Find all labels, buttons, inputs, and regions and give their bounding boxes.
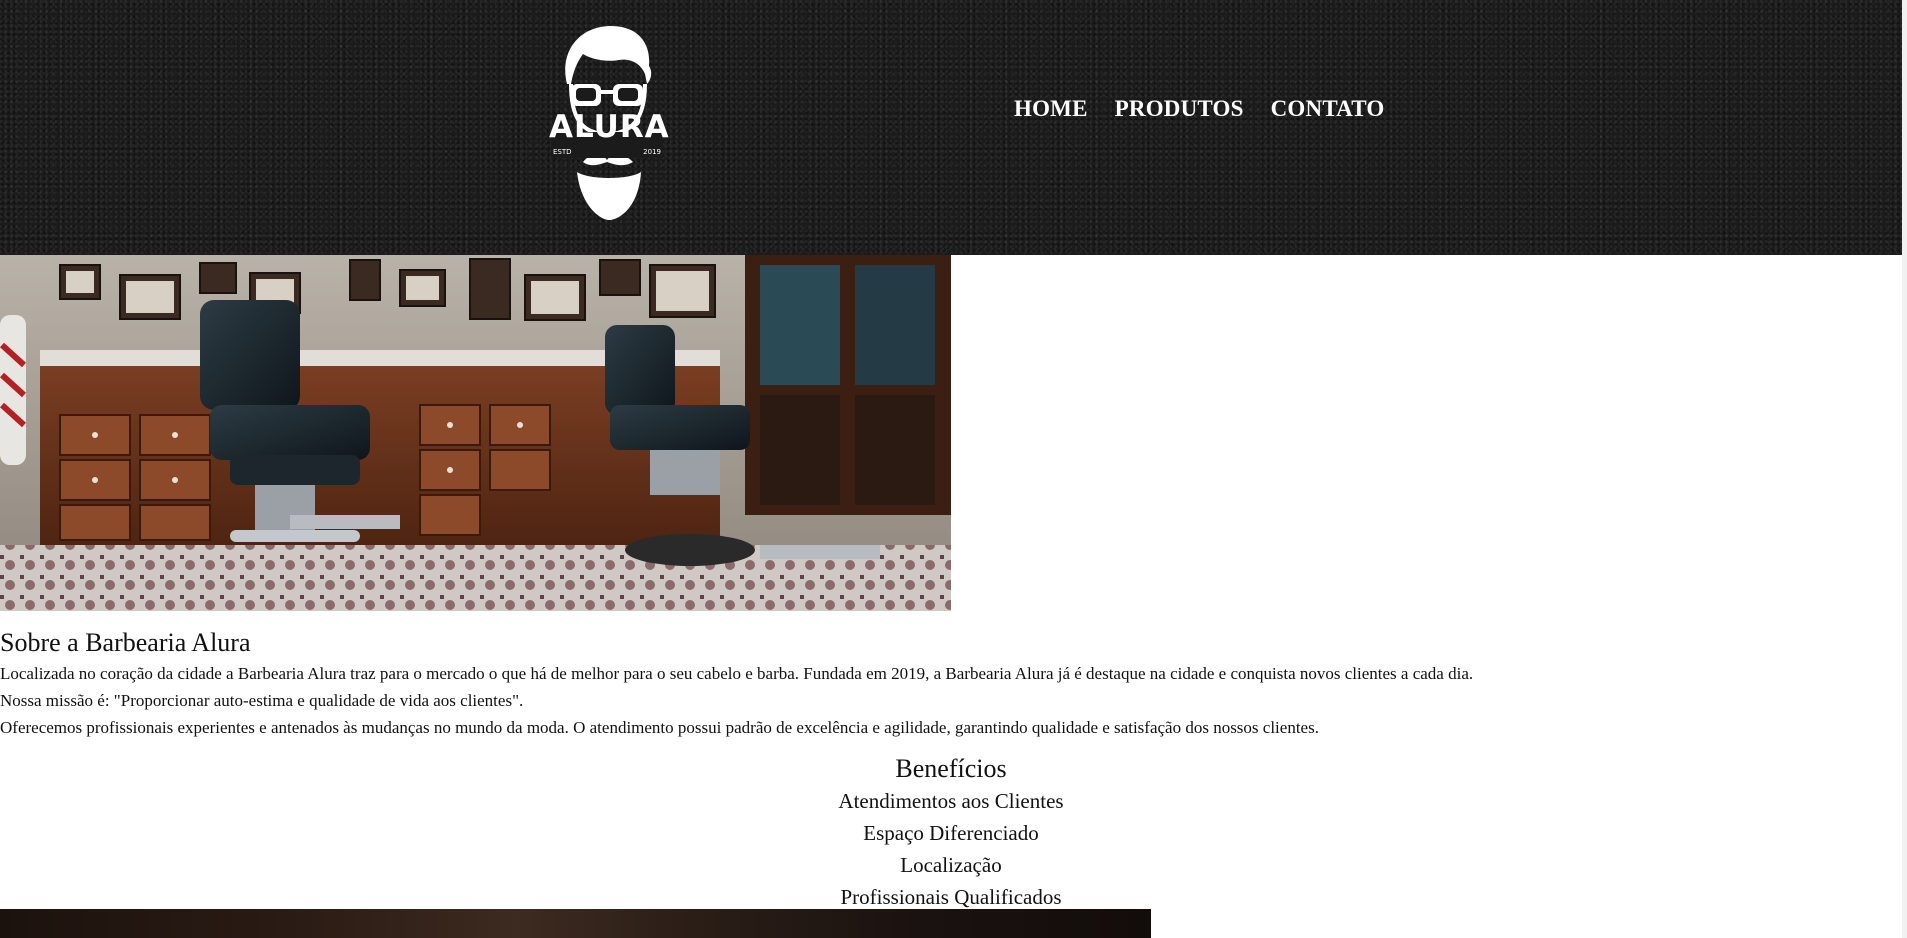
logo-brand-text: ALURA: [549, 109, 670, 145]
about-paragraph-3: Oferecemos profissionais experientes e a…: [0, 718, 1319, 737]
nav-link-produtos[interactable]: PRODUTOS: [1115, 96, 1244, 122]
barbershop-hero-image: [0, 255, 951, 611]
benefits-title: Benefícios: [895, 754, 1007, 783]
logo-estd-text: ESTD: [553, 148, 572, 156]
main-nav: HOME PRODUTOS CONTATO: [1014, 96, 1385, 122]
benefit-item: Atendimentos aos Clientes: [838, 789, 1064, 813]
benefit-item: Localização: [900, 853, 1002, 877]
benefits-section: Benefícios Atendimentos aos Clientes Esp…: [0, 753, 1902, 913]
about-paragraph-2: Nossa missão é: "Proporcionar auto-estim…: [0, 691, 524, 710]
logo-year-text: 2019: [643, 148, 661, 156]
barbershop-interior-illustration: [0, 255, 951, 611]
about-paragraph-1: Localizada no coração da cidade a Barbea…: [0, 664, 1474, 683]
about-title: Sobre a Barbearia Alura: [0, 628, 251, 657]
page: ALURA ESTD 2019 HOME PRODUTOS CONTATO So…: [0, 0, 1907, 938]
nav-link-contato[interactable]: CONTATO: [1271, 96, 1385, 122]
benefit-item: Espaço Diferenciado: [863, 821, 1039, 845]
about-section: Sobre a Barbearia Alura Localizada no co…: [0, 626, 1900, 741]
nav-link-home[interactable]: HOME: [1014, 96, 1088, 122]
alura-logo[interactable]: ALURA ESTD 2019: [549, 22, 670, 222]
scrollbar[interactable]: [1902, 0, 1907, 938]
barber-photo-image: [0, 909, 1151, 938]
site-header: ALURA ESTD 2019 HOME PRODUTOS CONTATO: [0, 0, 1902, 255]
benefits-list: Atendimentos aos Clientes Espaço Diferen…: [0, 785, 1902, 913]
